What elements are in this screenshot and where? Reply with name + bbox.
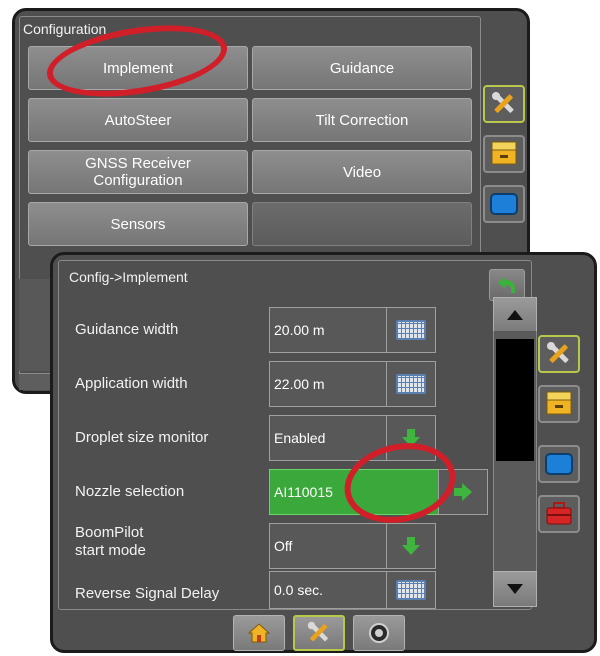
scrollbar-track[interactable] [493, 331, 537, 571]
tab-data[interactable] [538, 385, 580, 423]
tools-icon [492, 92, 514, 113]
camera-button[interactable] [353, 615, 405, 651]
tab-console[interactable] [483, 185, 525, 223]
implement-button[interactable]: Implement [28, 46, 248, 90]
tab-data[interactable] [483, 135, 525, 173]
nozzle-selection-next-button[interactable] [438, 469, 488, 515]
application-width-keyboard-button[interactable] [386, 361, 436, 407]
back-arrow-icon [498, 277, 515, 293]
droplet-size-monitor-value[interactable]: Enabled [269, 415, 386, 461]
video-button[interactable]: Video [252, 150, 472, 194]
scroll-up-button[interactable] [493, 297, 537, 333]
toolbox-icon [546, 502, 572, 525]
autosteer-button[interactable]: AutoSteer [28, 98, 248, 142]
sensors-button[interactable]: Sensors [28, 202, 248, 246]
reverse-signal-delay-value[interactable]: 0.0 sec. [269, 571, 386, 609]
tools-icon [547, 342, 569, 363]
boompilot-start-mode-label: BoomPilot start mode [75, 524, 146, 559]
nozzle-selection-label: Nozzle selection [75, 483, 185, 500]
guidance-button[interactable]: Guidance [252, 46, 472, 90]
guidance-width-value[interactable]: 20.00 m [269, 307, 386, 353]
scrollbar-thumb[interactable] [496, 339, 534, 461]
reverse-signal-delay-label: Reverse Signal Delay [75, 585, 220, 602]
down-arrow-icon [402, 537, 420, 555]
droplet-size-monitor-label: Droplet size monitor [75, 429, 209, 446]
application-width-value[interactable]: 22.00 m [269, 361, 386, 407]
gnss-receiver-configuration-button[interactable]: GNSS Receiver Configuration [28, 150, 248, 194]
application-width-label: Application width [75, 375, 188, 392]
guidance-width-keyboard-button[interactable] [386, 307, 436, 353]
front-side-tabs [538, 335, 584, 555]
implement-window: Config->Implement Guidance width 20.00 m… [50, 252, 597, 653]
right-arrow-icon [454, 483, 472, 501]
tab-tools-box[interactable] [538, 495, 580, 533]
down-arrow-icon [402, 429, 420, 447]
guidance-width-label: Guidance width [75, 321, 179, 338]
tools-icon [307, 621, 328, 642]
boompilot-start-mode-value[interactable]: Off [269, 523, 386, 569]
screen-icon [490, 193, 518, 215]
reverse-signal-delay-keyboard-button[interactable] [386, 571, 436, 609]
down-triangle-icon [507, 584, 523, 594]
droplet-size-monitor-dropdown-button[interactable] [386, 415, 436, 461]
implement-panel: Config->Implement Guidance width 20.00 m… [58, 260, 537, 610]
drawer-icon [546, 391, 572, 415]
tab-console[interactable] [538, 445, 580, 483]
keyboard-icon [396, 320, 426, 340]
nozzle-selection-value[interactable]: AI110015 [269, 469, 438, 515]
page-title: Configuration [23, 21, 107, 37]
up-triangle-icon [507, 310, 523, 320]
tab-tools[interactable] [538, 335, 580, 373]
boompilot-start-mode-dropdown-button[interactable] [386, 523, 436, 569]
empty-slot [252, 202, 472, 246]
tab-tools[interactable] [483, 85, 525, 123]
scroll-down-button[interactable] [493, 571, 537, 607]
drawer-icon [491, 141, 517, 165]
breadcrumb: Config->Implement [69, 269, 188, 285]
camera-icon [369, 623, 389, 643]
home-icon [247, 623, 271, 643]
home-button[interactable] [233, 615, 285, 651]
keyboard-icon [396, 580, 426, 600]
tools-nav-button[interactable] [293, 615, 345, 651]
keyboard-icon [396, 374, 426, 394]
tilt-correction-button[interactable]: Tilt Correction [252, 98, 472, 142]
screen-icon [545, 453, 573, 475]
